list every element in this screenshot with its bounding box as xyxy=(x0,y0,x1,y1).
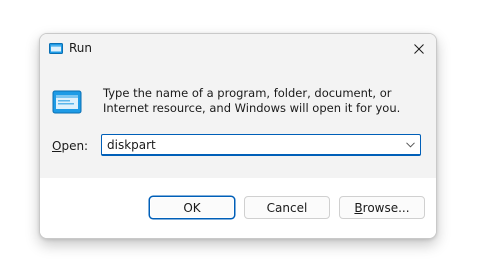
open-combobox[interactable] xyxy=(101,134,421,156)
close-button[interactable] xyxy=(406,36,432,62)
run-dialog: Run Type the name of a program, folder, … xyxy=(39,33,437,239)
dialog-body xyxy=(40,64,436,178)
run-program-icon xyxy=(52,90,82,114)
browse-button[interactable]: Browse... xyxy=(339,196,425,219)
dropdown-button[interactable] xyxy=(402,137,418,153)
window-title: Run xyxy=(69,41,93,55)
open-label: Open: xyxy=(52,139,89,153)
dialog-description: Type the name of a program, folder, docu… xyxy=(103,86,401,115)
run-icon xyxy=(49,43,63,54)
close-icon xyxy=(414,44,424,54)
dialog-footer: OK Cancel Browse... xyxy=(40,178,436,238)
chevron-down-icon xyxy=(405,142,415,148)
open-input[interactable] xyxy=(107,137,387,153)
ok-button[interactable]: OK xyxy=(149,196,235,219)
title-bar: Run xyxy=(40,34,436,64)
cancel-button[interactable]: Cancel xyxy=(244,196,330,219)
